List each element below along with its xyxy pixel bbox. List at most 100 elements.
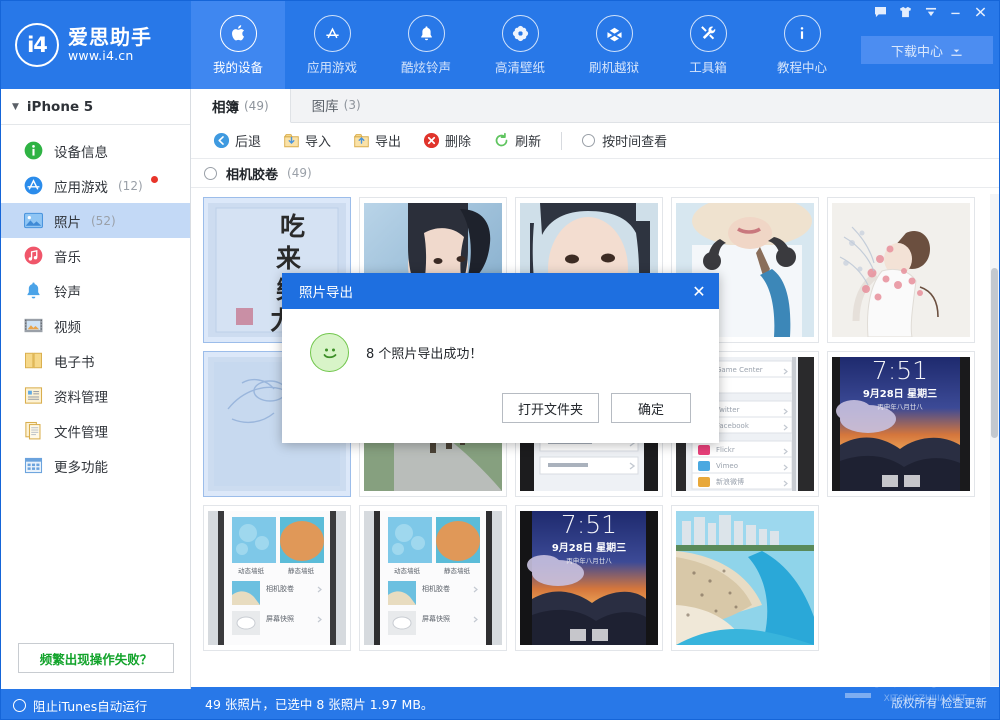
music-icon [23,245,44,266]
sidebar-item-photos[interactable]: 照片 (52) [1,203,190,238]
close-icon[interactable] [968,2,993,23]
brand-url: www.i4.cn [68,49,152,63]
minimize-icon[interactable] [943,2,968,23]
radio-icon [204,167,217,180]
photo-thumbnail[interactable]: 7:51 9月28日 星期三 丙申年八月廿八 [515,505,663,651]
device-name: iPhone 5 [27,99,93,115]
svg-text:吃: 吃 [280,212,305,241]
menu-icon[interactable] [918,2,943,23]
album-label: 相机胶卷 [226,164,278,183]
toolbar-label: 导出 [375,131,401,150]
svg-text:Facebook: Facebook [716,422,750,430]
svg-text:新浪微博: 新浪微博 [716,477,744,486]
sidebar-item-device-info[interactable]: 设备信息 [1,133,190,168]
sidebar-item-apps-games[interactable]: 应用游戏 (12) [1,168,190,203]
svg-text:动态墙纸: 动态墙纸 [238,566,265,575]
nav-item-wallpapers[interactable]: 高清壁纸 [473,1,567,89]
help-link-button[interactable]: 频繁出现操作失败？ [18,643,174,673]
download-center-button[interactable]: 下载中心 [861,36,993,64]
appstore-circle-icon [23,175,44,196]
app-logo: i4 爱思助手 www.i4.cn [1,1,191,89]
nav-item-toolbox[interactable]: 工具箱 [661,1,755,89]
nav-item-ringtones[interactable]: 酷炫铃声 [379,1,473,89]
nav-label: 我的设备 [213,57,263,76]
open-folder-button[interactable]: 打开文件夹 [502,393,599,423]
toolbar-label: 删除 [445,131,471,150]
sidebar-item-label: 照片 [54,211,81,231]
confirm-button[interactable]: 确定 [611,393,691,423]
nav-item-tutorials[interactable]: 教程中心 [755,1,849,89]
nav-label: 高清壁纸 [495,57,545,76]
album-row-camera-roll[interactable]: 相机胶卷 (49) [191,159,1000,188]
tab-albums[interactable]: 相簿 (49) [191,89,291,123]
svg-text:动态墙纸: 动态墙纸 [394,566,421,575]
tab-gallery[interactable]: 图库 (3) [291,88,382,122]
delete-button[interactable]: 删除 [412,127,482,155]
nav-item-flash-jailbreak[interactable]: 刷机越狱 [567,1,661,89]
nav-item-my-device[interactable]: 我的设备 [191,1,285,89]
radio-icon [582,134,595,147]
itunes-block-toggle[interactable]: 阻止iTunes自动运行 [1,689,191,720]
nav-label: 教程中心 [777,57,827,76]
box-icon [596,15,633,52]
refresh-button[interactable]: 刷新 [482,127,552,155]
view-by-time-toggle[interactable]: 按时间查看 [571,127,678,155]
photo-thumbnail[interactable] [671,505,819,651]
back-icon [213,132,230,149]
svg-text:丙申年八月廿八: 丙申年八月廿八 [566,556,612,565]
export-icon [353,132,370,149]
window-controls [868,1,993,23]
svg-text:Flickr: Flickr [716,446,735,454]
import-button[interactable]: 导入 [272,127,342,155]
photo-icon [23,210,44,231]
sidebar-item-music[interactable]: 音乐 [1,238,190,273]
brand-name: 爱思助手 [68,26,152,49]
photo-thumbnail[interactable]: 动态墙纸静态墙纸 相机胶卷 屏幕快照 [203,505,351,651]
file-icon [23,420,44,441]
grid-scrollbar-thumb[interactable] [991,268,998,438]
flower-icon [502,15,539,52]
svg-text:屏幕快照: 屏幕快照 [266,614,294,623]
dialog-title-bar: 照片导出 ✕ [282,273,719,309]
sidebar-item-count: (12) [118,179,143,193]
logo-mark-icon: i4 [15,23,59,67]
nav-label: 应用游戏 [307,57,357,76]
grid-scrollbar-track[interactable] [990,194,999,686]
view-by-time-label: 按时间查看 [602,131,667,150]
back-button[interactable]: 后退 [202,127,272,155]
photo-thumbnail[interactable] [827,197,975,343]
device-selector[interactable]: ▼ iPhone 5 [1,89,190,125]
sidebar-item-data-manage[interactable]: 资料管理 [1,378,190,413]
tab-count: (3) [344,98,361,112]
photo-thumbnail[interactable]: 7:51 9月28日 星期三 丙申年八月廿八 [827,351,975,497]
sidebar-item-label: 更多功能 [54,456,108,476]
svg-text:屏幕快照: 屏幕快照 [422,614,450,623]
sidebar-item-ebooks[interactable]: 电子书 [1,343,190,378]
sidebar-item-more[interactable]: 更多功能 [1,448,190,483]
sidebar-item-label: 铃声 [54,281,81,301]
skin-icon[interactable] [893,2,918,23]
export-button[interactable]: 导出 [342,127,412,155]
close-icon[interactable]: ✕ [679,273,719,309]
bell-icon [408,15,445,52]
svg-text:7:51: 7:51 [872,357,928,385]
nav-item-apps-games[interactable]: 应用游戏 [285,1,379,89]
svg-text:Game Center: Game Center [716,366,763,374]
sidebar-item-videos[interactable]: 视频 [1,308,190,343]
refresh-icon [493,132,510,149]
sidebar-item-label: 设备信息 [54,141,108,161]
sidebar-item-file-manage[interactable]: 文件管理 [1,413,190,448]
svg-text:来: 来 [276,244,302,273]
svg-text:9月28日 星期三: 9月28日 星期三 [863,387,937,400]
nav-label: 刷机越狱 [589,57,639,76]
itunes-toggle-label: 阻止iTunes自动运行 [33,696,147,715]
svg-text:7:51: 7:51 [561,511,617,539]
dialog-message: 8 个照片导出成功！ [366,343,482,362]
tools-icon [690,15,727,52]
sidebar-item-ringtones[interactable]: 铃声 [1,273,190,308]
feedback-icon[interactable] [868,2,893,23]
dialog-title: 照片导出 [299,281,353,301]
import-icon [283,132,300,149]
photo-thumbnail[interactable]: 动态墙纸静态墙纸 相机胶卷 屏幕快照 [359,505,507,651]
toolbar-label: 刷新 [515,131,541,150]
